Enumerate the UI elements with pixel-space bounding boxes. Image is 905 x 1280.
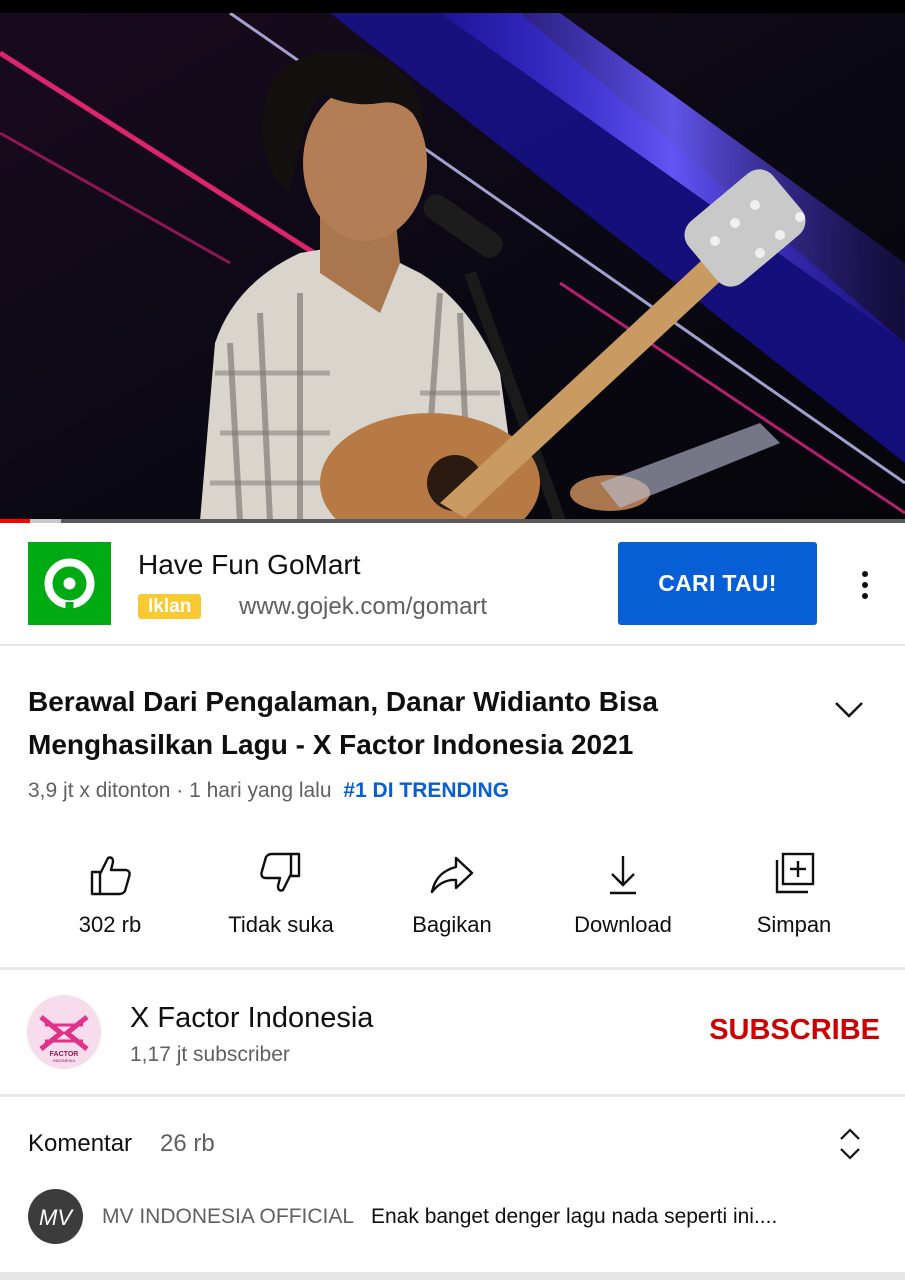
like-button[interactable]: 302 rb	[25, 840, 195, 952]
comments-section[interactable]: Komentar 26 rb MV MV INDONESIA OFFICIAL …	[0, 1097, 905, 1272]
video-player[interactable]	[0, 13, 905, 521]
download-icon	[610, 856, 636, 895]
share-button[interactable]: Bagikan	[367, 840, 537, 952]
save-button[interactable]: Simpan	[709, 840, 879, 952]
comments-count: 26 rb	[160, 1130, 215, 1157]
gojek-logo[interactable]	[28, 542, 111, 625]
download-label: Download	[574, 912, 672, 937]
share-label: Bagikan	[412, 912, 492, 937]
views-and-date: 3,9 jt x ditonton · 1 hari yang lalu	[28, 779, 332, 802]
channel-name[interactable]: X Factor Indonesia	[130, 1002, 373, 1035]
dislike-button[interactable]: Tidak suka	[196, 840, 366, 952]
expand-collapse-icon[interactable]	[833, 1125, 867, 1163]
bottom-divider	[0, 1272, 905, 1280]
ad-cta-button[interactable]: CARI TAU!	[618, 542, 817, 625]
video-title[interactable]: Berawal Dari Pengalaman, Danar Widianto …	[28, 680, 748, 766]
trending-badge[interactable]: #1 DI TRENDING	[343, 779, 509, 802]
action-bar: 302 rb Tidak suka Bagikan Download Simpa…	[0, 840, 905, 952]
download-button[interactable]: Download	[538, 840, 708, 952]
subscriber-count: 1,17 jt subscriber	[130, 1043, 290, 1066]
video-frame	[0, 13, 905, 521]
ad-banner[interactable]: Have Fun GoMart Iklan www.gojek.com/goma…	[0, 523, 905, 646]
subscribe-button[interactable]: SUBSCRIBE	[700, 1014, 880, 1047]
chevron-down-icon[interactable]	[830, 690, 868, 728]
comment-author[interactable]: MV INDONESIA OFFICIAL	[102, 1205, 354, 1229]
thumbs-up-icon	[90, 856, 131, 896]
channel-row[interactable]: FACTOR INDONESIA X Factor Indonesia 1,17…	[0, 970, 905, 1094]
video-meta: 3,9 jt x ditonton · 1 hari yang lalu #1 …	[28, 779, 509, 803]
save-label: Simpan	[756, 912, 832, 937]
ad-badge: Iklan	[138, 594, 202, 619]
ad-url[interactable]: www.gojek.com/gomart	[239, 593, 487, 621]
thumbs-down-icon	[260, 852, 301, 892]
status-bar	[0, 0, 905, 13]
comments-label: Komentar	[28, 1130, 133, 1157]
channel-avatar[interactable]: FACTOR INDONESIA	[27, 995, 101, 1069]
x-factor-logo: FACTOR INDONESIA	[27, 995, 101, 1069]
svg-text:MV: MV	[39, 1205, 74, 1230]
comment-text[interactable]: Enak banget denger lagu nada seperti ini…	[371, 1205, 777, 1229]
add-to-playlist-icon	[775, 852, 815, 894]
ad-title[interactable]: Have Fun GoMart	[138, 549, 361, 581]
svg-text:FACTOR: FACTOR	[50, 1051, 79, 1058]
like-count: 302 rb	[78, 912, 142, 937]
dislike-label: Tidak suka	[228, 912, 334, 937]
svg-text:INDONESIA: INDONESIA	[53, 1058, 75, 1063]
more-options-icon[interactable]	[850, 565, 880, 605]
commenter-avatar[interactable]: MV	[28, 1189, 83, 1244]
share-icon	[430, 856, 474, 894]
